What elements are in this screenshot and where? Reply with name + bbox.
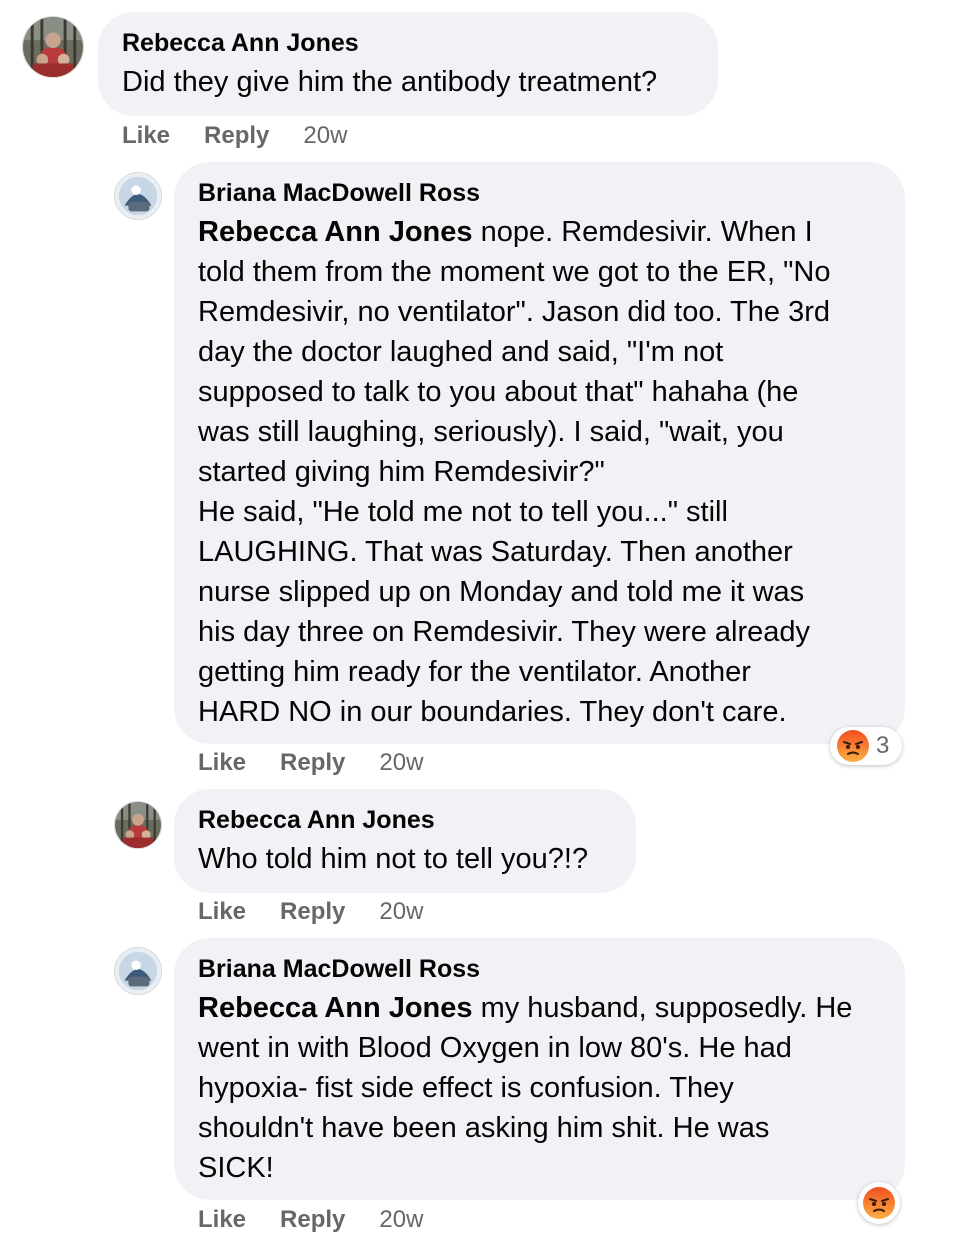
- reaction-count: 3: [876, 732, 890, 759]
- avatar-image-briana: [115, 948, 161, 994]
- comment-4: Briana MacDowell Ross Rebecca Ann Jones …: [0, 935, 970, 1240]
- comment-actions: Like Reply 20w: [198, 1204, 423, 1236]
- timestamp[interactable]: 20w: [379, 898, 423, 926]
- reply-button[interactable]: Reply: [280, 898, 345, 926]
- comment-bubble: Briana MacDowell Ross Rebecca Ann Jones …: [174, 162, 905, 744]
- avatar-image-rebecca: [115, 802, 161, 848]
- like-button[interactable]: Like: [198, 898, 246, 926]
- reply-button[interactable]: Reply: [204, 122, 269, 150]
- timestamp[interactable]: 20w: [379, 1206, 423, 1234]
- comment-bubble: Briana MacDowell Ross Rebecca Ann Jones …: [174, 938, 905, 1200]
- comment-text: Who told him not to tell you?!?: [198, 843, 589, 875]
- timestamp[interactable]: 20w: [303, 122, 347, 150]
- comment-text: Rebecca Ann Jones nope. Remdesivir. When…: [198, 212, 881, 732]
- like-button[interactable]: Like: [198, 749, 246, 777]
- like-button[interactable]: Like: [122, 122, 170, 150]
- comment-1: Rebecca Ann Jones Did they give him the …: [0, 0, 970, 160]
- comment-author[interactable]: Rebecca Ann Jones: [198, 805, 612, 835]
- timestamp[interactable]: 20w: [379, 749, 423, 777]
- reaction-summary[interactable]: 3: [830, 727, 902, 765]
- mention-link[interactable]: Rebecca Ann Jones: [198, 216, 473, 248]
- angry-reaction-icon: [863, 1187, 895, 1219]
- comment-bubble: Rebecca Ann Jones Did they give him the …: [98, 12, 718, 116]
- comment-actions: Like Reply 20w: [122, 120, 347, 152]
- comment-actions: Like Reply 20w: [198, 896, 423, 928]
- comment-author[interactable]: Briana MacDowell Ross: [198, 954, 881, 984]
- reply-button[interactable]: Reply: [280, 749, 345, 777]
- mention-link[interactable]: Rebecca Ann Jones: [198, 992, 473, 1024]
- comment-actions: Like Reply 20w: [198, 747, 423, 779]
- avatar-briana[interactable]: [114, 172, 162, 220]
- comment-body: nope. Remdesivir. When I told them from …: [198, 216, 831, 728]
- like-button[interactable]: Like: [198, 1206, 246, 1234]
- comment-author[interactable]: Briana MacDowell Ross: [198, 178, 881, 208]
- avatar-image-briana: [115, 173, 161, 219]
- avatar-rebecca[interactable]: [114, 801, 162, 849]
- avatar-rebecca[interactable]: [22, 16, 84, 78]
- comment-text: Rebecca Ann Jones my husband, supposedly…: [198, 988, 881, 1188]
- comment-author[interactable]: Rebecca Ann Jones: [122, 28, 694, 58]
- avatar-image-rebecca: [23, 17, 83, 77]
- comment-3: Rebecca Ann Jones Who told him not to te…: [0, 785, 970, 935]
- angry-reaction-icon: [837, 730, 869, 762]
- comment-text: Did they give him the antibody treatment…: [122, 66, 658, 98]
- reply-button[interactable]: Reply: [280, 1206, 345, 1234]
- avatar-briana[interactable]: [114, 947, 162, 995]
- reaction-summary[interactable]: [858, 1182, 900, 1224]
- comment-2: Briana MacDowell Ross Rebecca Ann Jones …: [0, 160, 970, 785]
- comment-bubble: Rebecca Ann Jones Who told him not to te…: [174, 789, 636, 893]
